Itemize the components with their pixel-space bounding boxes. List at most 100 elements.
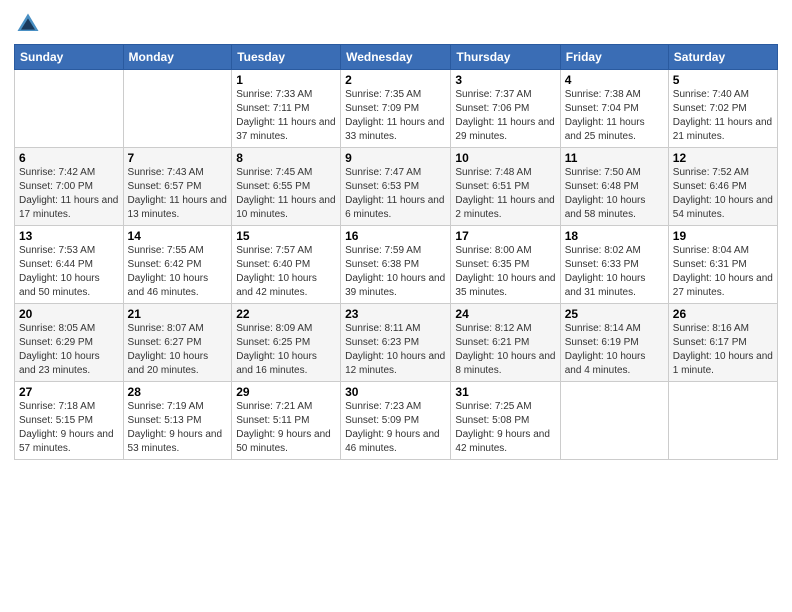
day-info: Sunrise: 7:53 AM Sunset: 6:44 PM Dayligh…: [19, 244, 119, 300]
calendar-header: SundayMondayTuesdayWednesdayThursdayFrid…: [15, 45, 778, 70]
weekday-header: Monday: [123, 45, 232, 70]
calendar-cell: 3Sunrise: 7:37 AM Sunset: 7:06 PM Daylig…: [451, 70, 560, 148]
calendar-cell: 19Sunrise: 8:04 AM Sunset: 6:31 PM Dayli…: [668, 226, 777, 304]
day-info: Sunrise: 8:09 AM Sunset: 6:25 PM Dayligh…: [236, 322, 336, 378]
day-number: 25: [565, 307, 664, 321]
calendar-cell: 16Sunrise: 7:59 AM Sunset: 6:38 PM Dayli…: [341, 226, 451, 304]
calendar-cell: 17Sunrise: 8:00 AM Sunset: 6:35 PM Dayli…: [451, 226, 560, 304]
calendar-cell: 8Sunrise: 7:45 AM Sunset: 6:55 PM Daylig…: [232, 148, 341, 226]
day-info: Sunrise: 7:47 AM Sunset: 6:53 PM Dayligh…: [345, 166, 446, 222]
calendar-cell: 23Sunrise: 8:11 AM Sunset: 6:23 PM Dayli…: [341, 304, 451, 382]
calendar-cell: 29Sunrise: 7:21 AM Sunset: 5:11 PM Dayli…: [232, 382, 341, 460]
day-info: Sunrise: 7:40 AM Sunset: 7:02 PM Dayligh…: [673, 88, 773, 144]
day-info: Sunrise: 7:45 AM Sunset: 6:55 PM Dayligh…: [236, 166, 336, 222]
day-number: 11: [565, 151, 664, 165]
weekday-header: Tuesday: [232, 45, 341, 70]
day-number: 14: [128, 229, 228, 243]
day-number: 9: [345, 151, 446, 165]
calendar-cell: 14Sunrise: 7:55 AM Sunset: 6:42 PM Dayli…: [123, 226, 232, 304]
day-number: 24: [455, 307, 555, 321]
day-info: Sunrise: 8:07 AM Sunset: 6:27 PM Dayligh…: [128, 322, 228, 378]
calendar-cell: 10Sunrise: 7:48 AM Sunset: 6:51 PM Dayli…: [451, 148, 560, 226]
day-number: 17: [455, 229, 555, 243]
day-info: Sunrise: 7:38 AM Sunset: 7:04 PM Dayligh…: [565, 88, 664, 144]
calendar-cell: 1Sunrise: 7:33 AM Sunset: 7:11 PM Daylig…: [232, 70, 341, 148]
calendar-cell: 15Sunrise: 7:57 AM Sunset: 6:40 PM Dayli…: [232, 226, 341, 304]
day-info: Sunrise: 7:50 AM Sunset: 6:48 PM Dayligh…: [565, 166, 664, 222]
calendar-cell: 26Sunrise: 8:16 AM Sunset: 6:17 PM Dayli…: [668, 304, 777, 382]
calendar-cell: 4Sunrise: 7:38 AM Sunset: 7:04 PM Daylig…: [560, 70, 668, 148]
day-info: Sunrise: 7:21 AM Sunset: 5:11 PM Dayligh…: [236, 400, 336, 456]
day-number: 6: [19, 151, 119, 165]
day-number: 1: [236, 73, 336, 87]
day-number: 26: [673, 307, 773, 321]
calendar-body: 1Sunrise: 7:33 AM Sunset: 7:11 PM Daylig…: [15, 70, 778, 460]
calendar-cell: 12Sunrise: 7:52 AM Sunset: 6:46 PM Dayli…: [668, 148, 777, 226]
day-info: Sunrise: 7:19 AM Sunset: 5:13 PM Dayligh…: [128, 400, 228, 456]
day-info: Sunrise: 7:43 AM Sunset: 6:57 PM Dayligh…: [128, 166, 228, 222]
day-info: Sunrise: 7:35 AM Sunset: 7:09 PM Dayligh…: [345, 88, 446, 144]
day-info: Sunrise: 7:42 AM Sunset: 7:00 PM Dayligh…: [19, 166, 119, 222]
calendar-cell: 31Sunrise: 7:25 AM Sunset: 5:08 PM Dayli…: [451, 382, 560, 460]
day-info: Sunrise: 7:18 AM Sunset: 5:15 PM Dayligh…: [19, 400, 119, 456]
day-number: 2: [345, 73, 446, 87]
day-number: 21: [128, 307, 228, 321]
calendar-table: SundayMondayTuesdayWednesdayThursdayFrid…: [14, 44, 778, 460]
page-header: [14, 10, 778, 38]
calendar-cell: 27Sunrise: 7:18 AM Sunset: 5:15 PM Dayli…: [15, 382, 124, 460]
calendar-cell: 5Sunrise: 7:40 AM Sunset: 7:02 PM Daylig…: [668, 70, 777, 148]
day-info: Sunrise: 7:33 AM Sunset: 7:11 PM Dayligh…: [236, 88, 336, 144]
page-container: SundayMondayTuesdayWednesdayThursdayFrid…: [0, 0, 792, 470]
calendar-cell: 6Sunrise: 7:42 AM Sunset: 7:00 PM Daylig…: [15, 148, 124, 226]
calendar-week-row: 20Sunrise: 8:05 AM Sunset: 6:29 PM Dayli…: [15, 304, 778, 382]
day-number: 20: [19, 307, 119, 321]
day-info: Sunrise: 7:55 AM Sunset: 6:42 PM Dayligh…: [128, 244, 228, 300]
day-number: 27: [19, 385, 119, 399]
calendar-cell: 28Sunrise: 7:19 AM Sunset: 5:13 PM Dayli…: [123, 382, 232, 460]
day-info: Sunrise: 7:52 AM Sunset: 6:46 PM Dayligh…: [673, 166, 773, 222]
weekday-header: Sunday: [15, 45, 124, 70]
day-number: 5: [673, 73, 773, 87]
calendar-cell: 18Sunrise: 8:02 AM Sunset: 6:33 PM Dayli…: [560, 226, 668, 304]
weekday-header: Wednesday: [341, 45, 451, 70]
day-info: Sunrise: 7:25 AM Sunset: 5:08 PM Dayligh…: [455, 400, 555, 456]
calendar-cell: 20Sunrise: 8:05 AM Sunset: 6:29 PM Dayli…: [15, 304, 124, 382]
calendar-cell: [560, 382, 668, 460]
day-info: Sunrise: 7:48 AM Sunset: 6:51 PM Dayligh…: [455, 166, 555, 222]
day-number: 23: [345, 307, 446, 321]
day-info: Sunrise: 7:59 AM Sunset: 6:38 PM Dayligh…: [345, 244, 446, 300]
calendar-cell: 9Sunrise: 7:47 AM Sunset: 6:53 PM Daylig…: [341, 148, 451, 226]
day-number: 16: [345, 229, 446, 243]
weekday-header: Saturday: [668, 45, 777, 70]
day-info: Sunrise: 8:11 AM Sunset: 6:23 PM Dayligh…: [345, 322, 446, 378]
calendar-cell: 7Sunrise: 7:43 AM Sunset: 6:57 PM Daylig…: [123, 148, 232, 226]
day-info: Sunrise: 7:23 AM Sunset: 5:09 PM Dayligh…: [345, 400, 446, 456]
day-number: 10: [455, 151, 555, 165]
day-number: 19: [673, 229, 773, 243]
day-number: 29: [236, 385, 336, 399]
day-number: 22: [236, 307, 336, 321]
day-number: 8: [236, 151, 336, 165]
calendar-week-row: 27Sunrise: 7:18 AM Sunset: 5:15 PM Dayli…: [15, 382, 778, 460]
calendar-cell: 2Sunrise: 7:35 AM Sunset: 7:09 PM Daylig…: [341, 70, 451, 148]
day-number: 4: [565, 73, 664, 87]
day-info: Sunrise: 7:57 AM Sunset: 6:40 PM Dayligh…: [236, 244, 336, 300]
day-number: 18: [565, 229, 664, 243]
calendar-week-row: 13Sunrise: 7:53 AM Sunset: 6:44 PM Dayli…: [15, 226, 778, 304]
calendar-week-row: 1Sunrise: 7:33 AM Sunset: 7:11 PM Daylig…: [15, 70, 778, 148]
day-info: Sunrise: 8:16 AM Sunset: 6:17 PM Dayligh…: [673, 322, 773, 378]
calendar-cell: 21Sunrise: 8:07 AM Sunset: 6:27 PM Dayli…: [123, 304, 232, 382]
weekday-header: Thursday: [451, 45, 560, 70]
day-info: Sunrise: 7:37 AM Sunset: 7:06 PM Dayligh…: [455, 88, 555, 144]
day-number: 7: [128, 151, 228, 165]
calendar-cell: 30Sunrise: 7:23 AM Sunset: 5:09 PM Dayli…: [341, 382, 451, 460]
calendar-cell: 13Sunrise: 7:53 AM Sunset: 6:44 PM Dayli…: [15, 226, 124, 304]
day-number: 13: [19, 229, 119, 243]
day-number: 12: [673, 151, 773, 165]
day-info: Sunrise: 8:02 AM Sunset: 6:33 PM Dayligh…: [565, 244, 664, 300]
calendar-cell: 24Sunrise: 8:12 AM Sunset: 6:21 PM Dayli…: [451, 304, 560, 382]
day-number: 31: [455, 385, 555, 399]
calendar-cell: 22Sunrise: 8:09 AM Sunset: 6:25 PM Dayli…: [232, 304, 341, 382]
calendar-cell: [668, 382, 777, 460]
logo-icon: [14, 10, 42, 38]
